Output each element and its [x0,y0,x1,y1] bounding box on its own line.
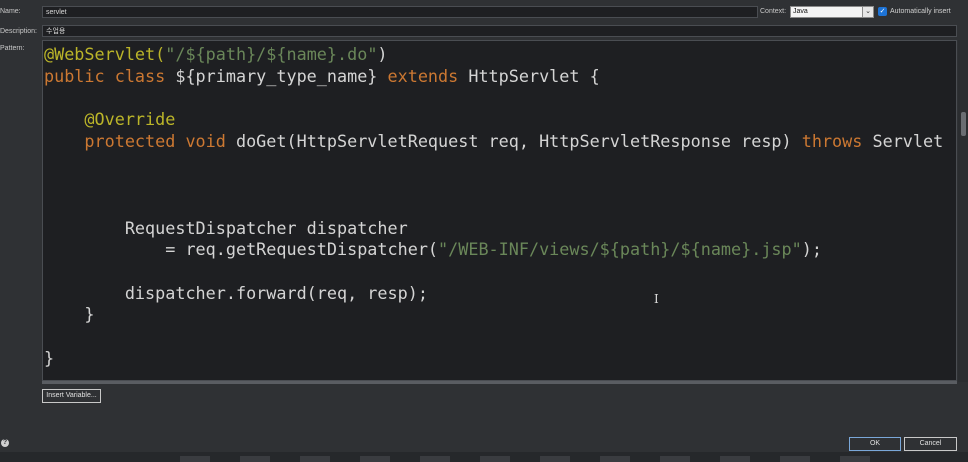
code-token: @WebServlet( [44,44,166,64]
code-token: ${primary_type_name} [175,65,388,86]
chevron-down-icon[interactable]: ⌄ [862,7,873,17]
background-window-fragment [180,456,880,462]
name-input[interactable]: servlet [42,6,758,18]
context-select[interactable]: Java ⌄ [790,6,874,18]
ok-button[interactable]: OK [849,437,901,451]
auto-insert-label[interactable]: Automatically insert [890,8,951,15]
description-label: Description: [0,28,37,35]
code-line: } [44,304,95,325]
code-token: } [44,304,95,325]
code-token: = req.getRequestDispatcher( [44,239,439,260]
code-line: RequestDispatcher dispatcher [44,218,408,238]
text-cursor-icon: I [654,292,659,306]
code-token: "/WEB-INF/views/${path}/${name}.jsp" [438,239,802,260]
insert-variable-button[interactable]: Insert Variable... [42,389,101,403]
code-token: throws [801,130,873,151]
pattern-code[interactable]: @WebServlet("/${path}/${name}.do") publi… [43,41,956,370]
code-token: doGet(HttpServletRequest req, HttpServle… [235,130,802,151]
code-token: @Override [44,109,176,130]
code-token: ); [801,239,822,260]
code-line: @Override [44,109,175,129]
help-icon[interactable]: ? [1,439,9,447]
pattern-editor[interactable]: @WebServlet("/${path}/${name}.do") publi… [42,40,957,381]
code-token: ) [377,44,388,64]
code-line: = req.getRequestDispatcher("/WEB-INF/vie… [44,239,822,259]
pattern-scroll-thumb[interactable] [961,112,966,136]
description-input[interactable]: 수업용 [42,25,957,37]
code-line: @WebServlet("/${path}/${name}.do") [44,44,388,64]
context-label: Context: [760,8,787,15]
context-value: Java [793,8,808,15]
code-line: protected void doGet(HttpServletRequest … [44,131,943,151]
name-label: Name: [0,8,21,15]
pattern-vertical-scrollbar[interactable] [958,40,968,382]
auto-insert-checkbox[interactable]: ✓ [878,7,887,16]
code-token: Servlet [872,130,944,151]
code-token: protected void [44,130,236,151]
code-line: } [44,348,54,368]
code-token: public class [44,65,176,86]
code-token: } [44,347,55,368]
code-token: RequestDispatcher dispatcher [44,217,408,238]
code-token: extends [387,65,469,86]
code-line: public class ${primary_type_name} extend… [44,66,600,86]
pattern-label: Pattern: [0,45,25,52]
code-token: dispatcher.forward(req, resp); [44,282,428,303]
cancel-button[interactable]: Cancel [904,437,957,451]
code-line: dispatcher.forward(req, resp); [44,283,428,303]
pattern-horizontal-thumb[interactable] [42,381,957,384]
code-token: HttpServlet { [468,65,600,86]
code-token: "/${path}/${name}.do" [165,44,378,64]
